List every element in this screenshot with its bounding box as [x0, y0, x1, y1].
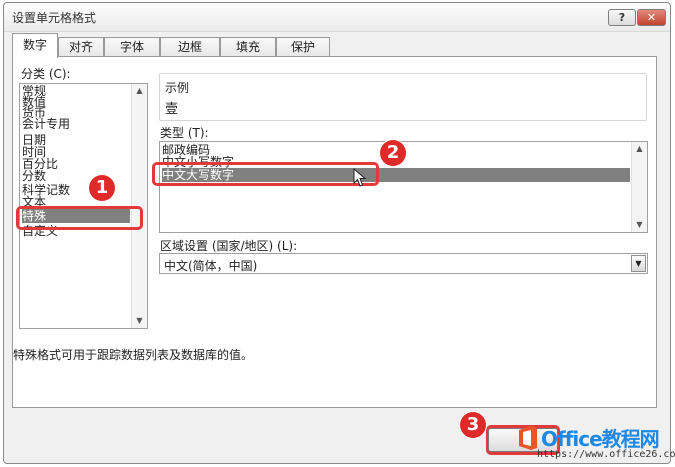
type-scrollbar[interactable]: ▲ ▼ [631, 142, 647, 232]
tab-protection[interactable]: 保护 [276, 37, 330, 57]
locale-select[interactable]: 中文(简体，中国) ▼ [159, 253, 648, 274]
help-icon: ? [618, 11, 626, 24]
title-bar[interactable]: 设置单元格格式 ? ✕ [4, 3, 670, 32]
dialog-title: 设置单元格格式 [12, 11, 97, 25]
tab-fill[interactable]: 填充 [220, 37, 276, 57]
watermark-name: Office教程网 [541, 427, 660, 451]
scroll-down-icon[interactable]: ▼ [132, 314, 147, 328]
type-label: 类型 (T): [160, 126, 209, 140]
tab-number[interactable]: 数字 [12, 33, 58, 58]
close-button[interactable]: ✕ [637, 9, 666, 26]
watermark-logo: Office教程网 https://www.office26.com [515, 420, 675, 466]
number-tab-panel: 分类 (C): 常规 数值 货币 会计专用 日期 时间 百分比 分数 科学记数 … [12, 56, 657, 408]
help-button[interactable]: ? [608, 9, 636, 26]
mouse-pointer-icon [353, 168, 367, 187]
dropdown-arrow-icon[interactable]: ▼ [631, 255, 646, 272]
tab-alignment[interactable]: 对齐 [58, 37, 104, 57]
scroll-up-icon[interactable]: ▲ [632, 142, 647, 156]
close-icon: ✕ [646, 11, 657, 24]
locale-value: 中文(简体，中国) [164, 259, 258, 273]
sample-label: 示例 [165, 81, 190, 95]
sample-group: 示例 壹 [159, 73, 647, 121]
scroll-down-icon[interactable]: ▼ [632, 218, 647, 232]
tab-border[interactable]: 边框 [160, 37, 220, 57]
step-badge-3: 3 [460, 412, 486, 438]
tab-font[interactable]: 字体 [104, 37, 160, 57]
format-description: 特殊格式可用于跟踪数据列表及数据库的值。 [13, 348, 254, 362]
step-badge-1: 1 [89, 175, 115, 201]
locale-label: 区域设置 (国家/地区) (L): [160, 239, 298, 253]
highlight-box-special [16, 206, 143, 230]
highlight-box-chinese-upper [152, 162, 379, 186]
step-badge-2: 2 [380, 140, 406, 166]
watermark-url: https://www.office26.com [537, 449, 675, 460]
list-item[interactable]: 会计专用 [22, 117, 130, 131]
office-logo-icon [519, 426, 537, 450]
scroll-up-icon[interactable]: ▲ [132, 84, 147, 98]
category-label: 分类 (C): [21, 67, 71, 81]
sample-value: 壹 [165, 102, 179, 117]
list-item[interactable]: 分数 [22, 169, 130, 183]
